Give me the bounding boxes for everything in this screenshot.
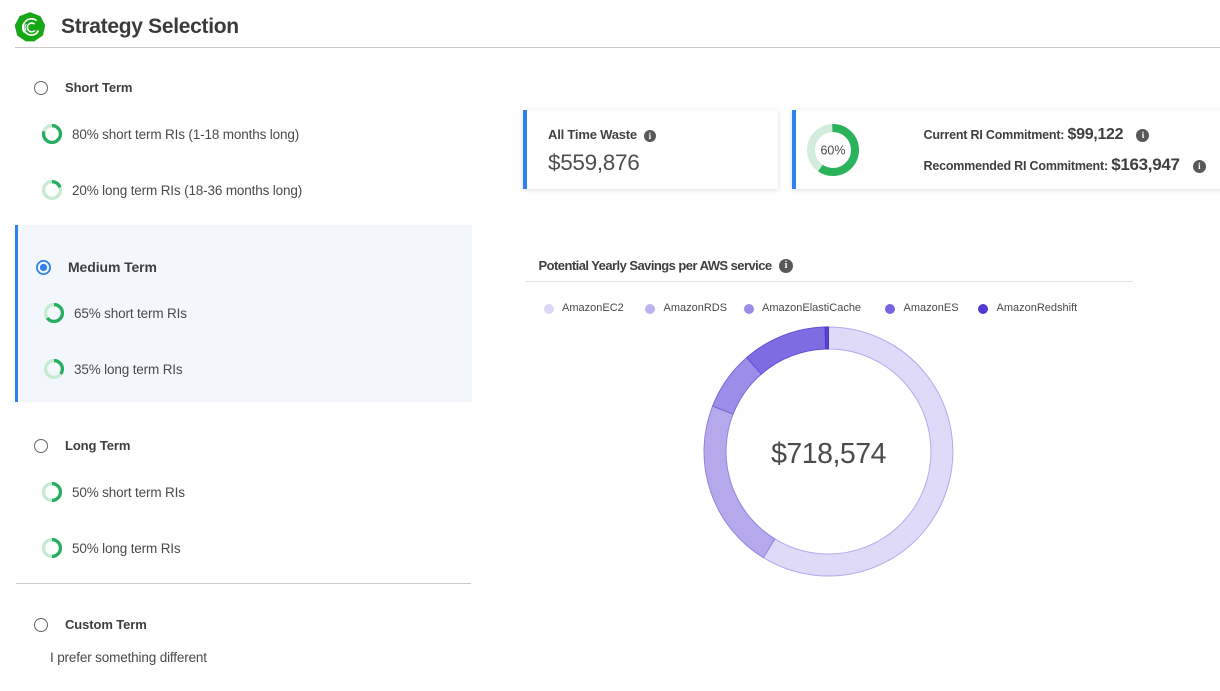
svg-text:60%: 60% [820, 143, 845, 157]
svg-text:$718,574: $718,574 [771, 438, 887, 470]
